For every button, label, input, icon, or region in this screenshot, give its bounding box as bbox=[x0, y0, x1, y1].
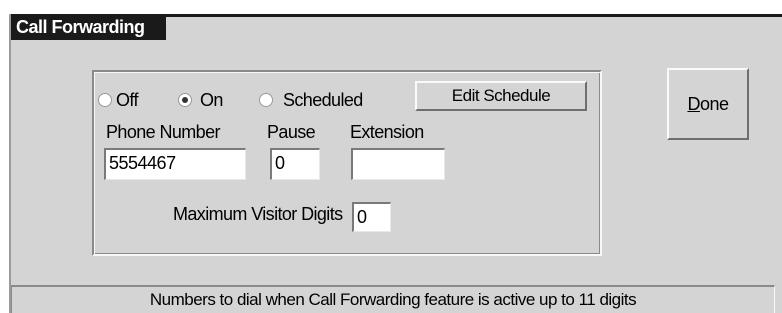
call-forwarding-dialog: Call Forwarding Off On Scheduled Edit Sc… bbox=[9, 14, 782, 313]
max-visitor-digits-input[interactable]: 0 bbox=[352, 202, 391, 232]
radio-scheduled-label: Scheduled bbox=[283, 89, 363, 110]
radio-off-label: Off bbox=[116, 89, 138, 110]
extension-label: Extension bbox=[350, 122, 424, 142]
radio-scheduled-indicator[interactable] bbox=[259, 93, 273, 107]
done-label: one bbox=[699, 94, 729, 114]
done-button[interactable]: Done bbox=[667, 68, 749, 140]
phone-number-input[interactable]: 5554467 bbox=[104, 148, 246, 180]
phone-number-label: Phone Number bbox=[106, 122, 220, 142]
edit-schedule-button[interactable]: Edit Schedule bbox=[415, 81, 587, 111]
done-mnemonic: D bbox=[687, 94, 700, 114]
radio-on[interactable]: On bbox=[178, 89, 223, 111]
radio-on-label: On bbox=[200, 89, 223, 110]
status-bar: Numbers to dial when Call Forwarding fea… bbox=[11, 285, 775, 313]
radio-off[interactable]: Off bbox=[98, 89, 138, 111]
extension-input[interactable] bbox=[351, 148, 445, 180]
max-visitor-digits-label: Maximum Visitor Digits bbox=[173, 204, 343, 224]
radio-off-indicator[interactable] bbox=[98, 93, 112, 107]
radio-on-indicator[interactable] bbox=[178, 93, 192, 107]
title-bar-line bbox=[166, 14, 782, 17]
window-title: Call Forwarding bbox=[11, 14, 166, 40]
pause-input[interactable]: 0 bbox=[270, 148, 320, 180]
radio-scheduled[interactable]: Scheduled bbox=[259, 89, 363, 111]
pause-label: Pause bbox=[267, 122, 316, 142]
title-bar: Call Forwarding bbox=[11, 14, 782, 40]
